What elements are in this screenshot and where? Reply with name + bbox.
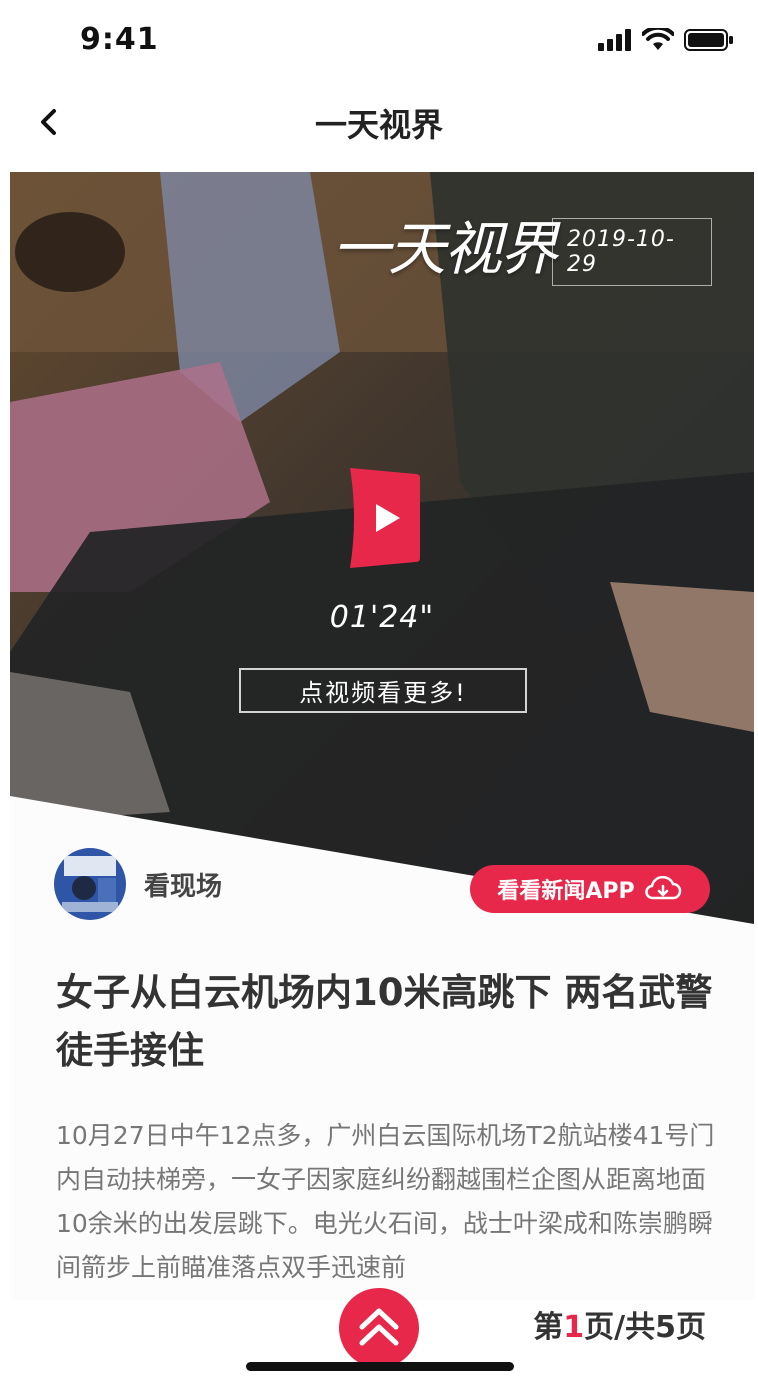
author-name[interactable]: 看现场 (144, 866, 222, 903)
current-page: 1 (563, 1310, 585, 1345)
status-bar: 9:41 (0, 0, 758, 80)
scroll-up-button[interactable] (339, 1288, 419, 1368)
download-app-button[interactable]: 看看新闻APP (470, 865, 710, 913)
watch-more-button[interactable]: 点视频看更多! (239, 668, 527, 713)
article-body: 10月27日中午12点多，广州白云国际机场T2航站楼41号门内自动扶梯旁，一女子… (56, 1121, 715, 1282)
page-prefix: 第 (533, 1310, 564, 1345)
author-row[interactable]: 看现场 (54, 848, 222, 920)
play-icon[interactable] (346, 468, 424, 568)
status-icons (598, 28, 734, 52)
battery-icon (684, 29, 733, 51)
page-suffix: 页/共5页 (584, 1310, 706, 1345)
nav-bar: 一天视界 (0, 80, 758, 166)
double-chevron-up-icon (359, 1308, 399, 1346)
video-brand-watermark: 一天视界 2019-10-29 (332, 202, 712, 286)
status-time: 9:41 (80, 22, 159, 57)
page-title: 一天视界 (314, 106, 443, 144)
download-app-label: 看看新闻APP (497, 879, 635, 904)
page-indicator: 第1页/共5页 (533, 1302, 706, 1346)
signal-icon (598, 29, 631, 51)
article-headline: 女子从白云机场内10米高跳下 两名武警徒手接住 (56, 971, 713, 1072)
video-duration: 01'24" (329, 600, 435, 635)
avatar[interactable] (54, 848, 126, 920)
wifi-icon (642, 28, 674, 50)
video-date: 2019-10-29 (552, 218, 712, 286)
article-card: 一天视界 2019-10-29 01'24" 点视频看更多! 看现场 看看新闻A… (10, 172, 754, 1300)
brand-logo-text: 一天视界 (332, 215, 558, 283)
home-indicator[interactable] (246, 1362, 514, 1371)
cloud-download-icon (644, 876, 681, 900)
